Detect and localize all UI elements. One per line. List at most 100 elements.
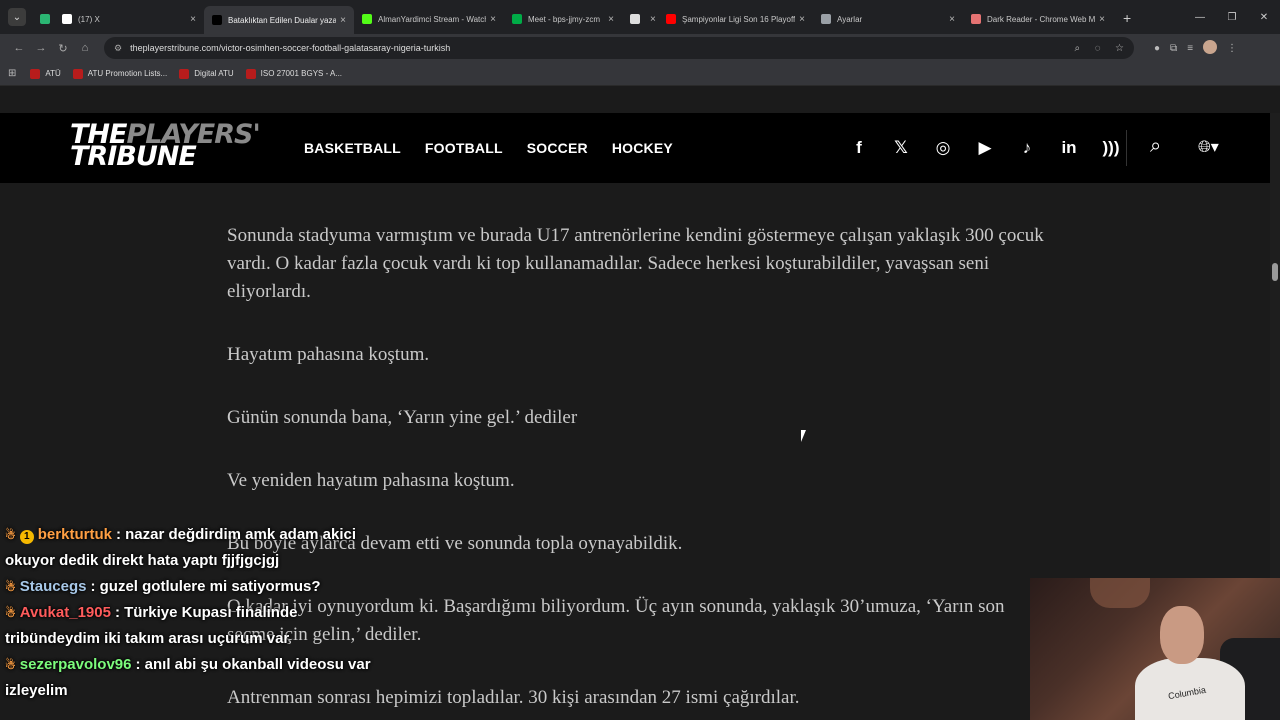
- article-paragraph: Günün sonunda bana, ‘Yarın yine gel.’ de…: [227, 407, 578, 428]
- nav-basketball[interactable]: BASKETBALL: [304, 140, 401, 156]
- minimize-icon[interactable]: —: [1184, 12, 1216, 23]
- bookmark-item[interactable]: ATU Promotion Lists...: [72, 68, 168, 79]
- bookmark-item[interactable]: ISO 27001 BGYS - A...: [245, 68, 343, 79]
- instagram-icon[interactable]: ◎: [922, 138, 964, 158]
- tab-close-icon[interactable]: ×: [949, 14, 955, 25]
- tab-favicon-icon: [821, 14, 831, 24]
- search-icon[interactable]: ⌕: [1150, 135, 1161, 158]
- site-info-icon[interactable]: ⚙: [114, 43, 122, 54]
- site-header: THEPLAYERS' TRIBUNE BASKETBALL FOOTBALL …: [0, 113, 1270, 183]
- bookmark-item[interactable]: ATÜ: [30, 68, 61, 79]
- nav-hockey[interactable]: HOCKEY: [612, 140, 673, 156]
- article-paragraph: Sonunda stadyuma varmıştım ve burada U17…: [227, 225, 1044, 302]
- reload-icon[interactable]: ↻: [52, 42, 74, 55]
- browser-tab[interactable]: ×: [622, 6, 658, 32]
- extension-icon[interactable]: ●: [1154, 43, 1160, 54]
- bookmark-star-icon[interactable]: ☆: [1115, 43, 1124, 54]
- webcam-lamp: [1090, 578, 1150, 608]
- tab-favicon-icon: [362, 14, 372, 24]
- facebook-icon[interactable]: f: [838, 138, 880, 158]
- home-icon[interactable]: ⌂: [74, 42, 96, 54]
- extensions-puzzle-icon[interactable]: ⧉: [1170, 43, 1177, 54]
- tab-title: Dark Reader - Chrome Web Mağazası: [987, 14, 1096, 24]
- bookmark-item[interactable]: Digital ATU: [179, 68, 234, 79]
- chat-username: Avukat_1905: [19, 604, 111, 621]
- x-icon[interactable]: 𝕏: [880, 138, 922, 158]
- tab-favicon-icon: [971, 14, 981, 24]
- chat-text: : guzel gotlulere mi satiyormus?: [90, 578, 321, 595]
- browser-tab[interactable]: Meet - bps-jjmy-zcm ×: [504, 6, 622, 32]
- nav-soccer[interactable]: SOCCER: [527, 140, 588, 156]
- browser-tab[interactable]: Bataklıktan Edilen Dualar yazar ×: [204, 6, 354, 34]
- browser-tab[interactable]: [32, 6, 54, 32]
- youtube-icon[interactable]: ▶: [964, 138, 1006, 158]
- apps-grid-icon[interactable]: ⊞: [8, 68, 16, 79]
- article-paragraph: Ve yeniden hayatım pahasına koştum.: [227, 470, 515, 491]
- window-controls: — ❐ ✕: [1184, 0, 1280, 34]
- globe-language-icon[interactable]: 🌐︎▾: [1198, 137, 1219, 157]
- tab-strip: ⌄ (17) X × Bataklıktan Edilen Dualar yazar…: [0, 0, 1280, 34]
- tab-favicon-icon: [512, 14, 522, 24]
- tab-close-icon[interactable]: ×: [190, 14, 196, 25]
- chat-message: ☃ 1 berkturtuk: nazar değdirdim amk adam a…: [5, 522, 385, 574]
- site-logo[interactable]: THEPLAYERS' TRIBUNE: [70, 121, 261, 170]
- bookmark-label: ATU Promotion Lists...: [87, 69, 168, 78]
- browser-tab[interactable]: (17) X ×: [54, 6, 204, 32]
- bookmark-label: ATÜ: [45, 69, 61, 78]
- new-tab-button[interactable]: +: [1123, 10, 1131, 26]
- mouse-cursor-icon: [801, 430, 806, 442]
- menu-kebab-icon[interactable]: ⋮: [1227, 43, 1237, 54]
- chat-user-icon: ☃: [5, 658, 16, 672]
- tab-favicon-icon: [62, 14, 72, 24]
- tab-favicon-icon: [40, 14, 50, 24]
- chat-badge-icon: 1: [19, 530, 34, 544]
- tiktok-icon[interactable]: ♪: [1006, 138, 1048, 158]
- tab-search-button[interactable]: ⌄: [8, 8, 26, 26]
- tab-title: (17) X: [78, 14, 100, 24]
- address-bar[interactable]: ⚙ theplayerstribune.com/victor-osimhen-s…: [104, 37, 1134, 59]
- tab-close-icon[interactable]: ×: [340, 15, 346, 26]
- tab-title: Meet - bps-jjmy-zcm: [528, 14, 601, 24]
- webcam-person-head: [1160, 606, 1204, 664]
- social-links: f 𝕏 ◎ ▶ ♪ in ))): [838, 113, 1132, 183]
- chat-user-icon: ☃: [5, 528, 16, 542]
- tab-close-icon[interactable]: ×: [1099, 14, 1105, 25]
- bookmark-label: ISO 27001 BGYS - A...: [260, 69, 343, 78]
- browser-toolbar: ← → ↻ ⌂ ⚙ theplayerstribune.com/victor-o…: [0, 34, 1280, 62]
- close-window-icon[interactable]: ✕: [1248, 12, 1280, 23]
- zoom-icon[interactable]: ⌕: [1074, 43, 1080, 54]
- browser-tab[interactable]: Dark Reader - Chrome Web Mağazası×: [963, 6, 1113, 32]
- tab-favicon-icon: [212, 15, 222, 25]
- browser-tab[interactable]: AlmanYardimci Stream - Watch ×: [354, 6, 504, 32]
- forward-icon[interactable]: →: [30, 42, 52, 54]
- profile-avatar[interactable]: [1203, 39, 1218, 57]
- article-paragraph: Hayatım pahasına koştum.: [227, 344, 430, 365]
- chat-username: sezerpavolov96: [19, 656, 132, 673]
- chat-message: ☃ Avukat_1905: Türkiye Kupası finalinde t…: [5, 600, 385, 652]
- bookmark-list: ATÜ ATU Promotion Lists... Digital ATU ISO …: [30, 68, 354, 79]
- bookmark-favicon-icon: [245, 68, 256, 79]
- tab-title: Şampiyonlar Ligi Son 16 Playoff: [682, 14, 796, 24]
- restore-icon[interactable]: ❐: [1216, 12, 1248, 23]
- header-divider: [1126, 130, 1127, 166]
- scrollbar-thumb[interactable]: [1272, 263, 1278, 281]
- chat-message: ☃ Staucegs: guzel gotlulere mi satiyormus…: [5, 574, 385, 600]
- tab-close-icon[interactable]: ×: [799, 14, 805, 25]
- linkedin-icon[interactable]: in: [1048, 138, 1090, 158]
- bookmark-favicon-icon: [30, 68, 41, 79]
- chat-username: berkturtuk: [37, 526, 112, 543]
- chat-message: ☃ sezerpavolov96: anıl abi şu okanball vi…: [5, 652, 385, 704]
- nav-football[interactable]: FOOTBALL: [425, 140, 503, 156]
- bookmark-favicon-icon: [72, 68, 83, 79]
- back-icon[interactable]: ←: [8, 42, 30, 54]
- tab-close-icon[interactable]: ×: [608, 14, 614, 25]
- media-controls-icon[interactable]: ≡: [1187, 43, 1193, 54]
- tab-close-icon[interactable]: ×: [490, 14, 496, 25]
- main-nav: BASKETBALL FOOTBALL SOCCER HOCKEY: [304, 113, 697, 183]
- tab-close-icon[interactable]: ×: [650, 14, 656, 25]
- eye-off-icon[interactable]: ◌: [1095, 43, 1101, 54]
- chat-user-icon: ☃: [5, 580, 16, 594]
- browser-tab[interactable]: Şampiyonlar Ligi Son 16 Playoff ×: [658, 6, 813, 32]
- url-text: theplayerstribune.com/victor-osimhen-soc…: [130, 43, 451, 53]
- browser-tab[interactable]: Ayarlar ×: [813, 6, 963, 32]
